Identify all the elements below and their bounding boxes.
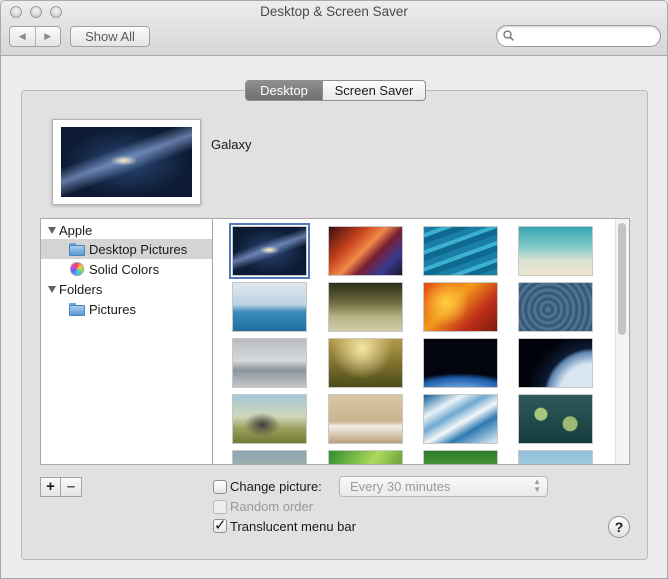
thumbnail-galaxy[interactable] (229, 223, 310, 279)
folder-icon (69, 302, 85, 316)
thumbnail-foggy-lake[interactable] (232, 338, 307, 388)
source-group-apple[interactable]: Apple (41, 220, 212, 240)
source-group-label: Apple (59, 222, 93, 238)
thumbnail-beach[interactable] (518, 226, 593, 276)
search-field[interactable] (496, 25, 661, 47)
thumbnail-elephant[interactable] (232, 394, 307, 444)
current-picture-preview (52, 119, 201, 205)
thumbnail-partial-2[interactable] (328, 450, 403, 464)
change-picture-label: Change picture: (230, 479, 322, 494)
tab-control: Desktop Screen Saver (245, 80, 426, 101)
remove-folder-button[interactable]: – (61, 477, 82, 497)
source-list: Apple Desktop Pictures Solid Colors Fold… (40, 218, 213, 465)
vertical-scrollbar[interactable] (615, 219, 629, 464)
translucent-menu-bar-label: Translucent menu bar (230, 519, 356, 534)
color-wheel-icon (70, 262, 84, 276)
source-item-label: Pictures (89, 301, 136, 317)
thumbnail-frozen-lake[interactable] (232, 282, 307, 332)
picture-grid (213, 218, 630, 465)
back-forward-buttons: ◀ ▶ (9, 26, 61, 47)
thumbnail-ice-rivers[interactable] (423, 394, 498, 444)
source-group-label: Folders (59, 281, 103, 297)
thumbnail-lily-pads[interactable] (518, 394, 593, 444)
chevron-right-icon: ▶ (44, 31, 52, 41)
disclosure-triangle-icon[interactable] (48, 226, 56, 234)
checkmark-icon: ✓ (214, 517, 227, 534)
thumbnail-partial-3[interactable] (423, 450, 498, 464)
random-order-label: Random order (230, 499, 314, 514)
source-item-label: Desktop Pictures (89, 241, 188, 257)
thumbnail-earth-limb[interactable] (518, 338, 593, 388)
folder-icon (69, 242, 85, 256)
title-bar: Desktop & Screen Saver ◀ ▶ Show All (1, 1, 667, 56)
add-folder-button[interactable]: + (40, 477, 61, 497)
galaxy-preview-image (61, 127, 192, 197)
source-group-folders[interactable]: Folders (41, 279, 212, 299)
thumbnail-antelope-canyon[interactable] (328, 226, 403, 276)
source-item-pictures[interactable]: Pictures (41, 299, 212, 319)
search-input[interactable] (517, 28, 655, 44)
source-item-label: Solid Colors (89, 261, 160, 277)
chevron-left-icon: ◀ (18, 31, 26, 41)
source-item-desktop-pictures[interactable]: Desktop Pictures (41, 239, 212, 259)
back-button[interactable]: ◀ (10, 27, 35, 46)
tab-screen-saver[interactable]: Screen Saver (322, 81, 425, 100)
forward-button[interactable]: ▶ (34, 27, 61, 46)
popup-arrows-icon: ▲ ▼ (533, 477, 541, 494)
change-interval-popup[interactable]: Every 30 minutes ▲ ▼ (339, 476, 548, 497)
thumbnail-grass-field[interactable] (328, 282, 403, 332)
thumbnail-autumn-leaves[interactable] (423, 282, 498, 332)
window-title: Desktop & Screen Saver (260, 4, 408, 19)
thumbnail-meadow-bird[interactable] (328, 338, 403, 388)
preferences-window: Desktop & Screen Saver ◀ ▶ Show All Desk… (0, 0, 668, 579)
tab-desktop[interactable]: Desktop (246, 81, 322, 100)
thumbnail-partial-1[interactable] (232, 450, 307, 464)
show-all-button[interactable]: Show All (70, 26, 150, 47)
random-order-checkbox[interactable] (213, 500, 227, 514)
thumbnail-earth-horizon[interactable] (423, 338, 498, 388)
change-interval-value: Every 30 minutes (350, 479, 451, 494)
search-icon (503, 30, 514, 41)
change-picture-checkbox[interactable] (213, 480, 227, 494)
current-picture-name: Galaxy (211, 137, 252, 152)
thumbnail-water-waves[interactable] (423, 226, 498, 276)
source-item-solid-colors[interactable]: Solid Colors (41, 259, 212, 279)
thumbnail-flamingos[interactable] (328, 394, 403, 444)
translucent-menu-bar-checkbox[interactable]: ✓ (213, 517, 227, 534)
help-button[interactable]: ? (608, 516, 630, 538)
scrollbar-thumb[interactable] (618, 223, 626, 335)
thumbnail-ripples[interactable] (518, 282, 593, 332)
disclosure-triangle-icon[interactable] (48, 285, 56, 293)
thumbnail-partial-4[interactable] (518, 450, 593, 464)
